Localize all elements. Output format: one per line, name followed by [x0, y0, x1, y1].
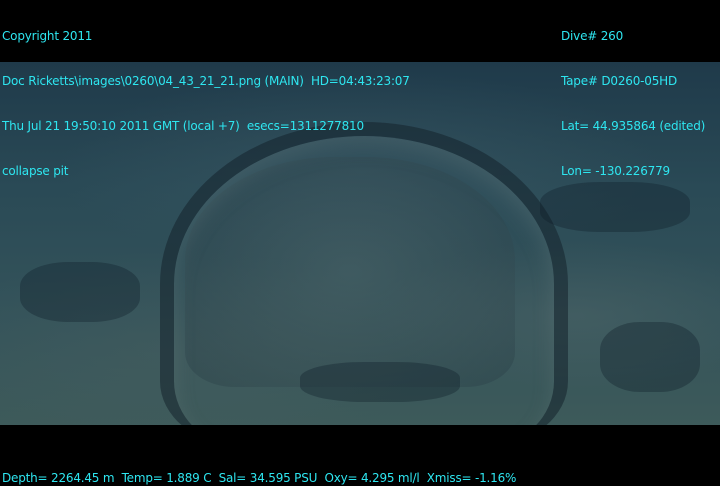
rock [600, 322, 700, 392]
image-path-text: Doc Ricketts\images\0260\04_43_21_21.png… [2, 74, 410, 88]
header-info-left: Copyright 2011 Doc Ricketts\images\0260\… [2, 0, 410, 194]
sensor-readout: Depth= 2264.45 m Temp= 1.889 C Sal= 34.5… [2, 471, 517, 485]
copyright-text: Copyright 2011 [2, 29, 93, 43]
rock [300, 362, 460, 402]
header-info-right: Dive# 260 Tape# D0260-05HD Lat= 44.93586… [561, 0, 705, 194]
tape-number: Tape# D0260-05HD [561, 74, 678, 88]
latitude: Lat= 44.935864 (edited) [561, 119, 706, 133]
timestamp-text: Thu Jul 21 19:50:10 2011 GMT (local +7) … [2, 119, 364, 133]
rock [20, 262, 140, 322]
dive-number: Dive# 260 [561, 29, 624, 43]
caption-text: collapse pit [2, 164, 69, 178]
longitude: Lon= -130.226779 [561, 164, 670, 178]
